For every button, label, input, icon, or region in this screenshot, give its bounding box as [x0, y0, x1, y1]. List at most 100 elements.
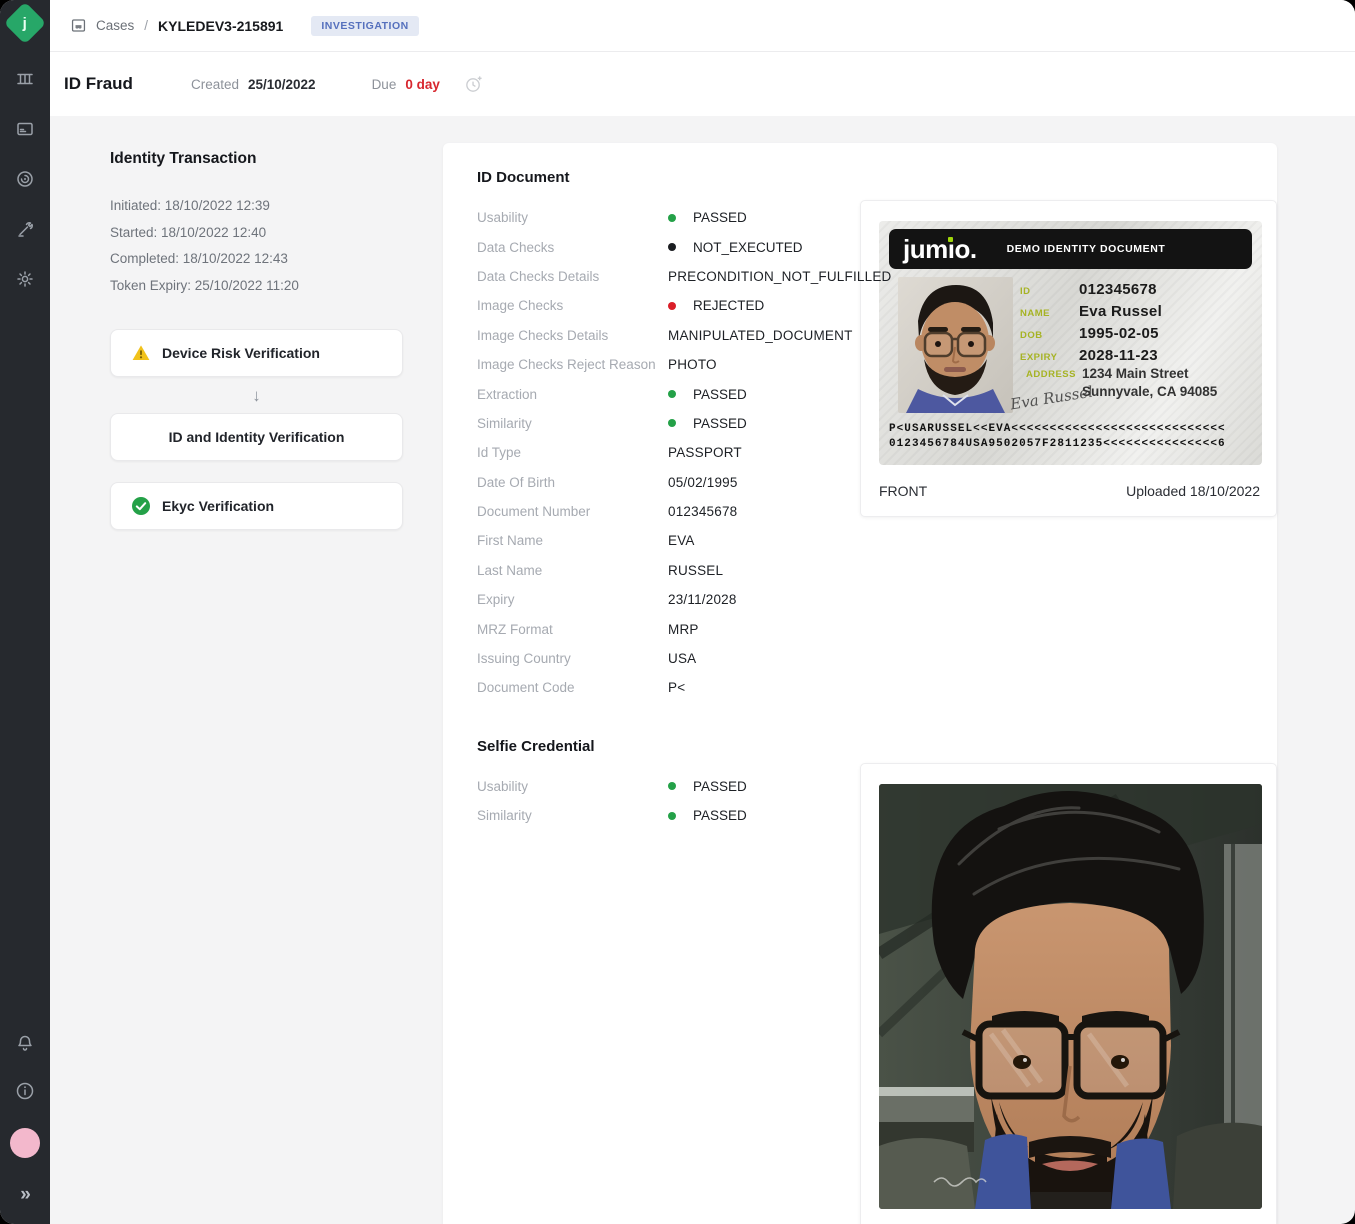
field-value: PASSED [668, 387, 889, 402]
settings-gear-icon[interactable] [14, 268, 36, 290]
field-label: Data Checks Details [477, 269, 668, 284]
idcard-field-label: NAME [1020, 308, 1079, 319]
field-value-text: P< [668, 680, 685, 695]
step-status-icon [131, 343, 151, 363]
idcard-field-label: ID [1020, 286, 1079, 297]
field-row: Image Checks REJECTED [477, 291, 889, 320]
page-title: ID Fraud [64, 74, 133, 94]
field-row: Usability PASSED [477, 772, 889, 801]
card-icon[interactable] [14, 118, 36, 140]
field-value-text: RUSSEL [668, 563, 723, 578]
transaction-meta-row: Started: 18/10/2022 12:40 [110, 220, 403, 247]
field-value-text: EVA [668, 533, 695, 548]
field-label: Similarity [477, 808, 668, 823]
field-value: PASSED [668, 779, 889, 794]
app-sidebar: j » [0, 0, 50, 1224]
field-label: Data Checks [477, 240, 668, 255]
field-value-text: MANIPULATED_DOCUMENT [668, 328, 853, 343]
field-value: PASSED [668, 416, 889, 431]
field-value: PASSPORT [668, 445, 889, 460]
field-value-text: NOT_EXECUTED [693, 240, 803, 255]
field-label: Date Of Birth [477, 475, 668, 490]
verification-step-card[interactable]: ID and Identity Verification [110, 413, 403, 461]
notifications-bell-icon[interactable] [14, 1032, 36, 1054]
field-row: Similarity PASSED [477, 409, 889, 438]
field-value-text: PASSED [693, 210, 747, 225]
field-row: Image Checks Reject Reason PHOTO [477, 350, 889, 379]
field-label: Image Checks Details [477, 328, 668, 343]
field-value-text: PASSED [693, 416, 747, 431]
field-label: Expiry [477, 592, 668, 607]
idcard-field-value: 2028-11-23 [1079, 347, 1158, 364]
queue-icon[interactable] [14, 68, 36, 90]
status-dot-icon [668, 390, 676, 398]
idcard-field-row: ID 012345678 [1020, 281, 1162, 303]
field-value: PRECONDITION_NOT_FULFILLED [668, 269, 892, 284]
idcard-header-bar: jumıo. DEMO IDENTITY DOCUMENT [889, 229, 1252, 269]
field-value: NOT_EXECUTED [668, 240, 889, 255]
field-row: Extraction PASSED [477, 379, 889, 408]
idcard-field-value: 012345678 [1079, 281, 1157, 298]
field-label: Image Checks [477, 298, 668, 313]
idcard-field-value: 1995-02-05 [1079, 325, 1159, 342]
field-value-text: PHOTO [668, 357, 717, 372]
field-value-text: 23/11/2028 [668, 592, 737, 607]
app-logo[interactable]: j [4, 2, 46, 44]
field-value: 012345678 [668, 504, 889, 519]
verification-step-card[interactable]: Device Risk Verification [110, 329, 403, 377]
field-label: Similarity [477, 416, 668, 431]
field-row: Last Name RUSSEL [477, 556, 889, 585]
field-value-text: USA [668, 651, 696, 666]
field-row: Usability PASSED [477, 203, 889, 232]
field-value: PASSED [668, 210, 889, 225]
field-value-text: PRECONDITION_NOT_FULFILLED [668, 269, 892, 284]
field-row: Document Number 012345678 [477, 497, 889, 526]
breadcrumb-cases-link[interactable]: Cases [96, 18, 134, 33]
selfie-image-card [860, 763, 1277, 1224]
step-label: ID and Identity Verification [169, 429, 345, 445]
sidebar-expand-chevrons-icon[interactable]: » [20, 1184, 30, 1206]
field-value: 05/02/1995 [668, 475, 889, 490]
status-dot-icon [668, 419, 676, 427]
credentials-panel: ID Document Usability PASSED Data Checks… [443, 143, 1277, 1224]
step-connector-arrow: ↓ [110, 387, 403, 404]
monitor-dial-icon[interactable] [14, 168, 36, 190]
jumio-logo: jumıo. [903, 236, 977, 262]
reminder-clock-icon[interactable] [464, 75, 483, 94]
field-label: Usability [477, 210, 668, 225]
transaction-meta-row: Token Expiry: 25/10/2022 11:20 [110, 273, 403, 300]
field-label: Usability [477, 779, 668, 794]
step-label: Device Risk Verification [162, 345, 320, 361]
field-value-text: MRP [668, 622, 699, 637]
field-label: Issuing Country [477, 651, 668, 666]
field-value-text: REJECTED [693, 298, 764, 313]
idcard-field-label: DOB [1020, 330, 1079, 341]
selfie-credential-section-title: Selfie Credential [477, 738, 1277, 755]
status-dot-icon [668, 214, 676, 222]
cases-book-icon [70, 17, 87, 34]
info-icon[interactable] [14, 1080, 36, 1102]
case-body: Identity Transaction Initiated: 18/10/20… [50, 116, 1355, 1224]
field-row: Image Checks Details MANIPULATED_DOCUMEN… [477, 321, 889, 350]
field-label: Last Name [477, 563, 668, 578]
warning-triangle-icon [131, 343, 151, 363]
id-document-image[interactable]: jumıo. DEMO IDENTITY DOCUMENT [879, 221, 1262, 465]
field-value-text: PASSED [693, 779, 747, 794]
breadcrumb: Cases / KYLEDEV3-215891 INVESTIGATION [50, 0, 1355, 52]
field-value: PHOTO [668, 357, 889, 372]
field-value: EVA [668, 533, 889, 548]
created-date: 25/10/2022 [248, 77, 316, 92]
tools-icon[interactable] [14, 218, 36, 240]
verification-step-card[interactable]: Ekyc Verification [110, 482, 403, 530]
field-label: Image Checks Reject Reason [477, 357, 668, 372]
field-value: 23/11/2028 [668, 592, 889, 607]
selfie-credential-fields: Usability PASSED Similarity PASSED [477, 772, 889, 831]
id-document-fields: Usability PASSED Data Checks NOT_EXECUTE… [477, 203, 889, 703]
field-value-text: PASSED [693, 387, 747, 402]
user-avatar[interactable] [10, 1128, 40, 1158]
field-value-text: 012345678 [668, 504, 737, 519]
status-dot-icon [668, 243, 676, 251]
field-value-text: 05/02/1995 [668, 475, 738, 490]
idcard-fields: ID 012345678 NAME Eva Russel DOB 1995-02… [1020, 281, 1162, 369]
selfie-image[interactable] [879, 784, 1262, 1209]
